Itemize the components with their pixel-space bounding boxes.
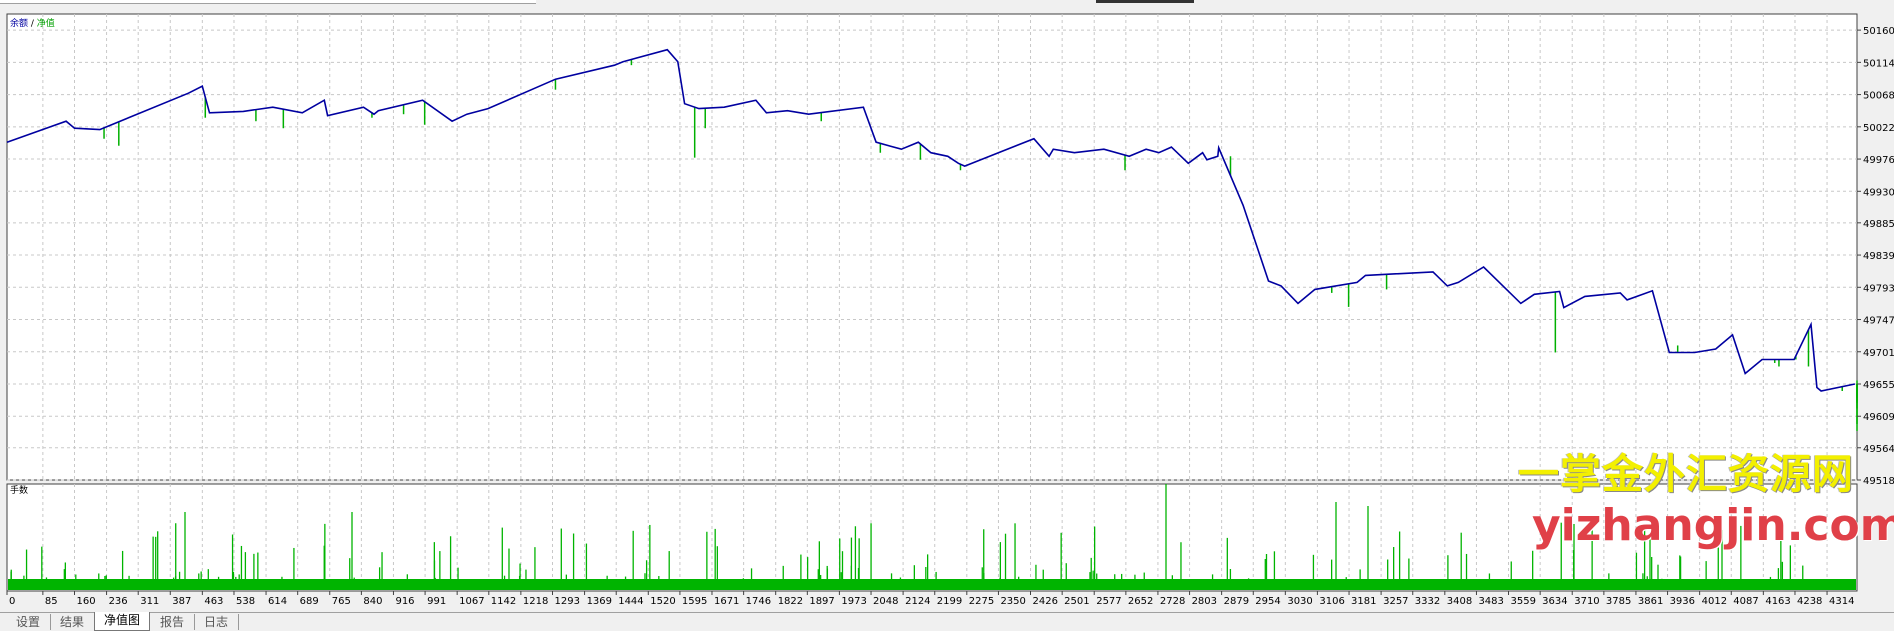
x-tick-label: 765 <box>332 596 351 607</box>
x-tick-label: 2199 <box>937 596 962 607</box>
y-tick-label: 49885 <box>1863 219 1894 230</box>
x-tick-label: 1746 <box>746 596 771 607</box>
x-tick-label: 1671 <box>714 596 739 607</box>
x-tick-label: 3483 <box>1478 596 1503 607</box>
y-tick-label: 49747 <box>1863 316 1894 327</box>
x-tick-label: 614 <box>268 596 287 607</box>
x-tick-label: 3106 <box>1319 596 1344 607</box>
x-tick-label: 2879 <box>1224 596 1249 607</box>
legend-balance-label: 余额 <box>10 17 28 29</box>
x-tick-label: 991 <box>427 596 446 607</box>
x-tick-label: 3634 <box>1542 596 1567 607</box>
x-tick-label: 4012 <box>1702 596 1727 607</box>
x-tick-label: 3332 <box>1415 596 1440 607</box>
x-tick-label: 1218 <box>523 596 548 607</box>
y-tick-label: 49655 <box>1863 380 1894 391</box>
x-tick-label: 2275 <box>969 596 994 607</box>
tab-report[interactable]: 报告 <box>150 614 195 630</box>
x-tick-label: 1142 <box>491 596 516 607</box>
x-tick-label: 3785 <box>1606 596 1631 607</box>
x-tick-label: 4314 <box>1829 596 1854 607</box>
y-tick-label: 49976 <box>1863 155 1894 166</box>
x-tick-label: 3861 <box>1638 596 1663 607</box>
x-tick-label: 2124 <box>905 596 930 607</box>
x-tick-label: 0 <box>9 596 15 607</box>
tab-results[interactable]: 结果 <box>50 614 95 630</box>
x-tick-label: 1520 <box>650 596 675 607</box>
x-tick-label: 85 <box>45 596 58 607</box>
legend-separator: / <box>28 19 37 29</box>
x-tick-label: 387 <box>172 596 191 607</box>
x-tick-label: 4163 <box>1765 596 1790 607</box>
x-tick-label: 916 <box>395 596 414 607</box>
x-tick-label: 2652 <box>1128 596 1153 607</box>
legend-equity-label: 净值 <box>37 17 55 29</box>
balance-equity-panel <box>6 13 1858 481</box>
x-tick-label: 3559 <box>1511 596 1536 607</box>
y-tick-label: 49793 <box>1863 283 1894 294</box>
x-tick-label: 689 <box>300 596 319 607</box>
y-tick-label: 49701 <box>1863 348 1894 359</box>
bottom-tab-bar: 设置 结果 净值图 报告 日志 <box>0 612 1894 631</box>
x-tick-label: 1897 <box>809 596 834 607</box>
x-tick-label: 4087 <box>1733 596 1758 607</box>
x-tick-label: 3030 <box>1287 596 1312 607</box>
legend-volume: 手数 <box>10 484 28 496</box>
y-tick-label: 49518 <box>1863 476 1894 487</box>
x-tick-label: 3408 <box>1447 596 1472 607</box>
x-tick-label: 2577 <box>1096 596 1121 607</box>
y-tick-label: 49930 <box>1863 187 1894 198</box>
x-tick-label: 840 <box>363 596 382 607</box>
x-tick-label: 1822 <box>778 596 803 607</box>
x-tick-label: 2426 <box>1033 596 1058 607</box>
y-tick-label: 49564 <box>1863 444 1894 455</box>
x-tick-label: 538 <box>236 596 255 607</box>
x-tick-label: 1369 <box>587 596 612 607</box>
x-tick-label: 1595 <box>682 596 707 607</box>
watermark-cn: 一掌金外汇资源网 <box>1518 450 1854 498</box>
x-tick-label: 2350 <box>1000 596 1025 607</box>
watermark-url: yizhangjin.com <box>1532 500 1894 551</box>
x-tick-label: 311 <box>140 596 159 607</box>
x-tick-label: 3257 <box>1383 596 1408 607</box>
x-tick-label: 2501 <box>1064 596 1089 607</box>
x-tick-label: 236 <box>109 596 128 607</box>
x-tick-label: 2728 <box>1160 596 1185 607</box>
x-tick-label: 1293 <box>555 596 580 607</box>
y-tick-label: 50114 <box>1863 58 1894 69</box>
tab-settings[interactable]: 设置 <box>6 614 51 630</box>
x-tick-label: 2803 <box>1192 596 1217 607</box>
y-tick-label: 49609 <box>1863 412 1894 423</box>
tab-equity-chart[interactable]: 净值图 <box>94 612 150 631</box>
x-tick-label: 463 <box>204 596 223 607</box>
x-tick-label: 1444 <box>618 596 643 607</box>
x-tick-label: 1973 <box>841 596 866 607</box>
toolbar-control[interactable] <box>1096 0 1194 3</box>
x-tick-label: 3710 <box>1574 596 1599 607</box>
y-tick-label: 50160 <box>1863 26 1894 37</box>
y-tick-label: 49839 <box>1863 251 1894 262</box>
x-tick-label: 1067 <box>459 596 484 607</box>
x-tick-label: 3181 <box>1351 596 1376 607</box>
tab-journal[interactable]: 日志 <box>194 614 239 630</box>
y-tick-label: 50022 <box>1863 123 1894 134</box>
x-tick-label: 2048 <box>873 596 898 607</box>
x-tick-label: 4238 <box>1797 596 1822 607</box>
x-tick-label: 2954 <box>1255 596 1280 607</box>
y-tick-label: 50068 <box>1863 91 1894 102</box>
legend-balance-equity: 余额 / 净值 <box>10 17 55 29</box>
x-tick-label: 3936 <box>1670 596 1695 607</box>
x-tick-label: 160 <box>77 596 96 607</box>
toolbar-field[interactable] <box>0 0 536 4</box>
upper-plot-area <box>6 13 1858 481</box>
